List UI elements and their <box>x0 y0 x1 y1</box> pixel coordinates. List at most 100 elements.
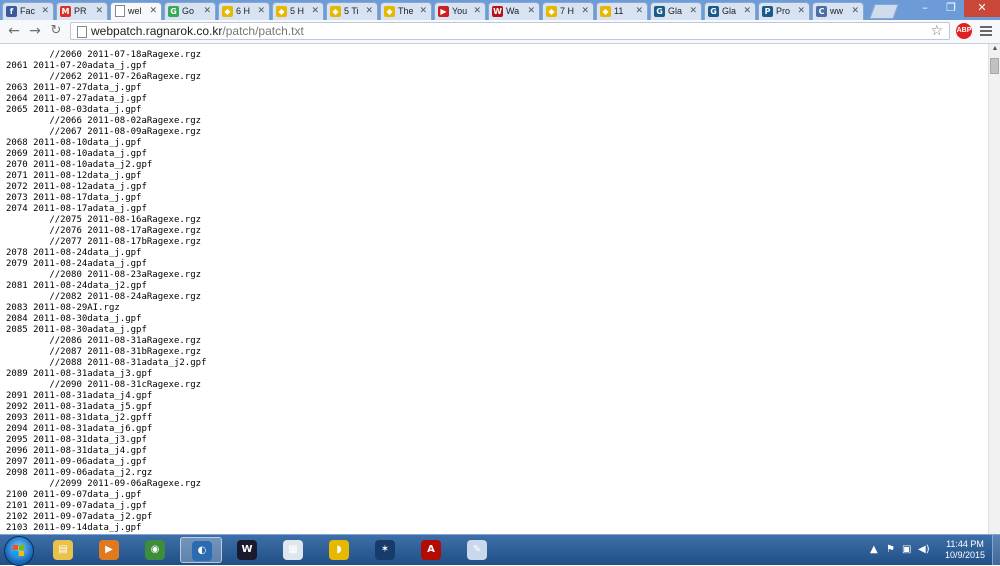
warframe-icon: W <box>492 6 503 17</box>
taskbar-app-button[interactable]: A <box>410 537 452 563</box>
browser-tab[interactable]: wel ✕ <box>110 2 162 21</box>
tab-close-icon[interactable]: ✕ <box>797 5 805 16</box>
tab-close-icon[interactable]: ✕ <box>689 5 697 16</box>
tab-title: 5 H <box>290 6 305 16</box>
browser-tab[interactable]: ▶ You ✕ <box>434 2 486 20</box>
tab-title: Pro <box>776 6 791 16</box>
taskbar-app-button[interactable]: ✶ <box>364 537 406 563</box>
show-desktop-button[interactable] <box>992 535 1000 565</box>
coin-icon: ◆ <box>546 6 557 17</box>
browser-tab[interactable]: Cww ✕ <box>812 2 864 20</box>
tab-title: The <box>398 6 414 16</box>
browser-tab[interactable]: f Fac ✕ <box>2 2 54 20</box>
browser-tab[interactable]: ◆ 5 H ✕ <box>272 2 324 20</box>
tab-title: 11 <box>614 6 624 16</box>
tab-close-icon[interactable]: ✕ <box>581 5 589 16</box>
tab-close-icon[interactable]: ✕ <box>95 5 103 16</box>
browser-tab[interactable]: G Go ✕ <box>164 2 216 20</box>
bookmark-star-icon[interactable]: ☆ <box>930 23 943 39</box>
start-button[interactable] <box>4 536 34 566</box>
tab-close-icon[interactable]: ✕ <box>203 5 211 16</box>
patch-line: 2083 2011-08-29AI.rgz <box>6 303 120 313</box>
patch-line: 2100 2011-09-07data_j.gpf <box>6 490 142 500</box>
network-icon[interactable]: ▣ <box>902 544 911 555</box>
patch-line: 2094 2011-08-31adata_j6.gpf <box>6 424 153 434</box>
taskbar-app-button[interactable]: ✎ <box>456 537 498 563</box>
patch-line: 2068 2011-08-10data_j.gpf <box>6 138 142 148</box>
tab-close-icon[interactable]: ✕ <box>257 5 265 16</box>
tab-close-icon[interactable]: ✕ <box>365 5 373 16</box>
patch-line: //2062 2011-07-26aRagexe.rgz <box>6 72 202 82</box>
close-window-button[interactable]: ✕ <box>964 0 1000 17</box>
patch-line: //2060 2011-07-18aRagexe.rgz <box>6 50 202 60</box>
coin-icon: ◆ <box>384 6 395 17</box>
patch-line: 2064 2011-07-27adata_j.gpf <box>6 94 147 104</box>
coin-icon: ◆ <box>222 6 233 17</box>
paint-icon: ✎ <box>467 540 487 560</box>
tab-close-icon[interactable]: ✕ <box>743 5 751 16</box>
maximize-button[interactable]: ❐ <box>938 0 964 17</box>
volume-icon[interactable]: ◀) <box>918 544 930 555</box>
minimize-button[interactable]: – <box>912 0 938 17</box>
browser-tab[interactable]: G Gla ✕ <box>650 2 702 20</box>
vertical-scrollbar[interactable]: ▲ <box>988 44 1000 534</box>
loading-icon: C <box>816 6 827 17</box>
coin-icon: ◆ <box>276 6 287 17</box>
taskbar-app-button[interactable]: ◗ <box>318 537 360 563</box>
tab-title: 6 H <box>236 6 251 16</box>
forward-button[interactable]: → <box>27 23 43 39</box>
scroll-up-arrow-icon[interactable]: ▲ <box>990 44 1000 54</box>
patch-line: 2102 2011-09-07adata_j2.gpf <box>6 512 153 522</box>
taskbar-app-button[interactable]: W <box>226 537 268 563</box>
taskbar-app-button[interactable]: ▤ <box>42 537 84 563</box>
browser-tab[interactable]: M PR ✕ <box>56 2 108 20</box>
tab-close-icon[interactable]: ✕ <box>851 5 859 16</box>
taskbar-app-button[interactable]: ◐ <box>180 537 222 563</box>
patch-line: //2090 2011-08-31cRagexe.rgz <box>6 380 202 390</box>
patch-line: 2065 2011-08-03data_j.gpf <box>6 105 142 115</box>
browser-tab[interactable]: ◆ 7 H ✕ <box>542 2 594 20</box>
tab-close-icon[interactable]: ✕ <box>473 5 481 16</box>
address-bar[interactable]: webpatch.ragnarok.co.kr/patch/patch.txt … <box>70 22 950 40</box>
scroll-thumb[interactable] <box>990 58 999 74</box>
tab-close-icon[interactable]: ✕ <box>635 5 643 16</box>
tab-close-icon[interactable]: ✕ <box>527 5 535 16</box>
chrome-icon: ◉ <box>145 540 165 560</box>
taskbar-app-button[interactable]: ◉ <box>134 537 176 563</box>
browser-tab[interactable]: W Wa ✕ <box>488 2 540 20</box>
tab-close-icon[interactable]: ✕ <box>41 5 49 16</box>
tray-arrow-icon[interactable]: ▲ <box>870 544 878 555</box>
tab-close-icon[interactable]: ✕ <box>311 5 319 16</box>
browser-tab[interactable]: P Pro ✕ <box>758 2 810 20</box>
taskbar-app-button[interactable]: ▦ <box>272 537 314 563</box>
patch-line: 2078 2011-08-24data_j.gpf <box>6 248 142 258</box>
glassdoor-icon: G <box>708 6 719 17</box>
action-center-flag-icon[interactable]: ⚑ <box>886 544 895 555</box>
taskbar-app-button[interactable]: ▶ <box>88 537 130 563</box>
explorer-icon: ▤ <box>53 540 73 560</box>
adblock-plus-icon[interactable]: ABP <box>956 23 972 39</box>
patch-line: 2084 2011-08-30data_j.gpf <box>6 314 142 324</box>
browser-tab[interactable]: ◆ The ✕ <box>380 2 432 20</box>
reload-button[interactable]: ↻ <box>48 23 64 39</box>
youtube-icon: ▶ <box>438 6 449 17</box>
patch-line: 2101 2011-09-07adata_j.gpf <box>6 501 147 511</box>
browser-tab[interactable]: ◆ 5 Ti ✕ <box>326 2 378 20</box>
patch-line: 2071 2011-08-12data_j.gpf <box>6 171 142 181</box>
facebook-icon: f <box>6 6 17 17</box>
chrome-menu-button[interactable] <box>980 24 992 38</box>
acrobat-icon: A <box>421 540 441 560</box>
url-text[interactable]: webpatch.ragnarok.co.kr/patch/patch.txt <box>91 24 304 38</box>
tab-close-icon[interactable]: ✕ <box>149 5 157 16</box>
browser-tab[interactable]: G Gla ✕ <box>704 2 756 20</box>
browser-tab[interactable]: ◆ 11 ✕ <box>596 2 648 20</box>
new-tab-button[interactable] <box>869 4 899 19</box>
clock-date: 10/9/2015 <box>944 550 986 560</box>
patch-line: //2076 2011-08-17aRagexe.rgz <box>6 226 202 236</box>
browser-tab[interactable]: ◆ 6 H ✕ <box>218 2 270 20</box>
back-button[interactable]: ← <box>6 23 22 39</box>
tab-close-icon[interactable]: ✕ <box>419 5 427 16</box>
tab-title: Gla <box>722 6 737 16</box>
glassdoor-icon: G <box>654 6 665 17</box>
taskbar-clock[interactable]: 11:44 PM 10/9/2015 <box>940 539 990 561</box>
